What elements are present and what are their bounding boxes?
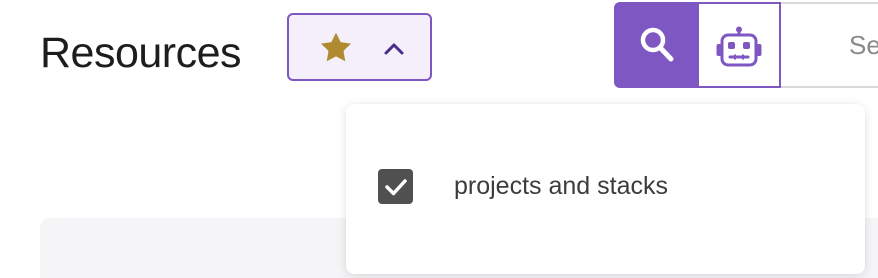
checkmark-icon [385, 179, 407, 196]
checkbox-checked[interactable] [378, 169, 413, 204]
chevron-up-icon [384, 43, 404, 55]
filter-dropdown-menu: projects and stacks [346, 104, 865, 274]
ai-assistant-button[interactable] [699, 2, 781, 88]
search-button[interactable] [614, 2, 700, 88]
search-icon [640, 27, 674, 62]
star-icon [321, 32, 351, 62]
robot-icon [716, 26, 762, 67]
page-title: Resources [40, 29, 242, 77]
dropdown-item-label: projects and stacks [454, 172, 668, 200]
favorites-toggle-button[interactable] [287, 13, 432, 81]
dropdown-item-projects-and-stacks[interactable]: projects and stacks [346, 156, 865, 212]
search-input[interactable] [781, 2, 878, 88]
